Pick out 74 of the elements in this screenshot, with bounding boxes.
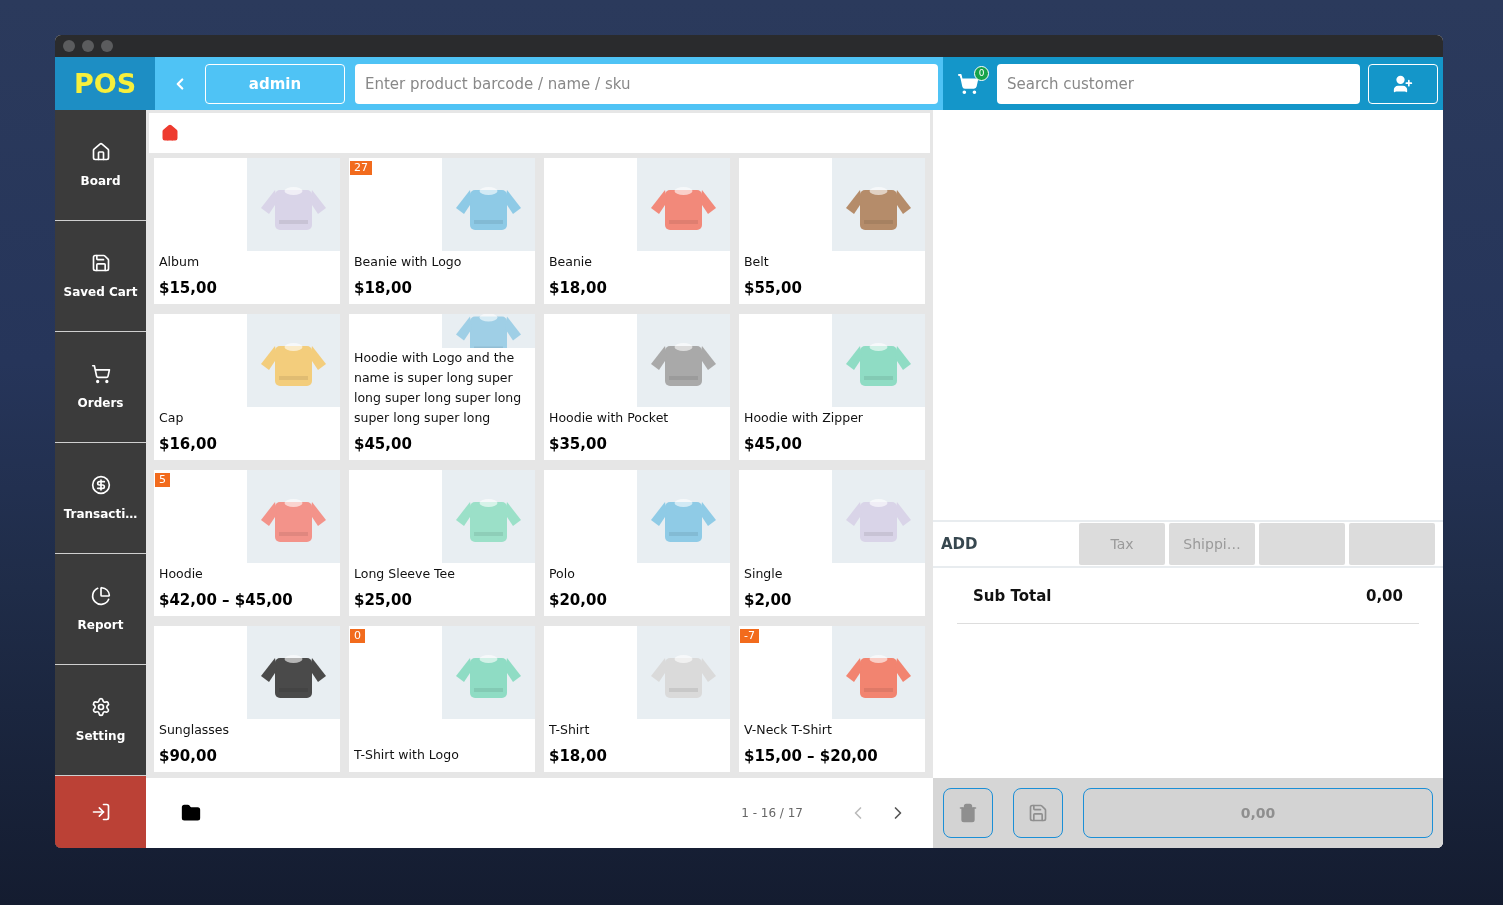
product-price: $55,00 — [744, 279, 803, 297]
product-price: $42,00 – $45,00 — [159, 591, 294, 609]
cart-count-badge: 0 — [974, 65, 989, 81]
product-card[interactable]: Album $15,00 — [154, 158, 340, 304]
product-price: $18,00 — [549, 747, 608, 765]
product-name: Polo — [549, 565, 576, 583]
product-name: V-Neck T-Shirt — [744, 721, 833, 739]
product-price: $18,00 — [549, 279, 608, 297]
product-price: $45,00 — [744, 435, 803, 453]
add-label: ADD — [941, 535, 979, 553]
product-name: Belt — [744, 253, 770, 271]
product-name: Hoodie with Pocket — [549, 409, 670, 427]
stock-badge: 5 — [155, 473, 170, 487]
window-button[interactable] — [82, 40, 94, 52]
window-button[interactable] — [101, 40, 113, 52]
product-name: Hoodie — [159, 565, 204, 583]
product-name: Cap — [159, 409, 185, 427]
product-card[interactable]: Sunglasses $90,00 — [154, 626, 340, 772]
product-card[interactable]: Belt $55,00 — [739, 158, 925, 304]
product-name: Beanie with Logo — [354, 253, 463, 271]
pie-chart-icon — [90, 586, 111, 606]
product-card[interactable]: -7 V-Neck T-Shirt $15,00 – $20,00 — [739, 626, 925, 772]
add-customer-button[interactable] — [1368, 63, 1438, 104]
product-price: $18,00 — [354, 279, 413, 297]
product-price: $15,00 – $20,00 — [744, 747, 879, 765]
subtotal-label: Sub Total — [973, 586, 1052, 605]
home-icon[interactable] — [161, 124, 179, 142]
product-card[interactable]: T-Shirt $18,00 — [544, 626, 730, 772]
product-name: Sunglasses — [159, 721, 231, 739]
logout-icon — [90, 802, 111, 822]
product-price: $35,00 — [549, 435, 608, 453]
window-button[interactable] — [63, 40, 75, 52]
stock-badge: -7 — [740, 629, 759, 643]
dollar-icon — [90, 475, 111, 495]
product-price: $20,00 — [549, 591, 608, 609]
customer-search-field[interactable]: Search customer — [997, 63, 1360, 104]
subtotal-value: 0,00 — [1366, 586, 1403, 605]
product-price: $15,00 — [159, 279, 218, 297]
product-card[interactable]: Polo $20,00 — [544, 470, 730, 616]
pos-logo: POS — [55, 57, 155, 110]
product-card[interactable]: 5 Hoodie $42,00 – $45,00 — [154, 470, 340, 616]
home-icon — [90, 142, 111, 162]
product-card[interactable]: 0 T-Shirt with Logo — [349, 626, 535, 772]
product-price: $2,00 — [744, 591, 793, 609]
stock-badge: 27 — [350, 161, 372, 175]
product-card[interactable]: Cap $16,00 — [154, 314, 340, 460]
product-price: $25,00 — [354, 591, 413, 609]
product-name: T-Shirt — [549, 721, 591, 739]
product-price: $90,00 — [159, 747, 218, 765]
product-card[interactable]: Beanie $18,00 — [544, 158, 730, 304]
product-price: $45,00 — [354, 435, 413, 453]
product-card[interactable]: Hoodie with Zipper $45,00 — [739, 314, 925, 460]
product-name: T-Shirt with Logo — [354, 746, 460, 764]
product-price: $16,00 — [159, 435, 218, 453]
page-range: 1 - 16 / 17 — [741, 806, 803, 820]
product-card[interactable]: Hoodie with Logo and the name is super long super long super long super long super long super long $45,00 — [349, 314, 535, 460]
add-user-icon — [1393, 73, 1413, 94]
product-card[interactable]: 27 Beanie with Logo $18,00 — [349, 158, 535, 304]
product-card[interactable]: Single $2,00 — [739, 470, 925, 616]
product-card[interactable]: Hoodie with Pocket $35,00 — [544, 314, 730, 460]
product-name: Hoodie with Logo and the name is super long super long super long super long super long super long — [354, 349, 523, 427]
stock-badge: 0 — [350, 629, 365, 643]
folder-icon[interactable] — [181, 803, 201, 823]
product-name: Album — [159, 253, 201, 271]
product-name: Single — [744, 565, 784, 583]
trash-icon — [958, 803, 978, 823]
cart-icon — [957, 72, 979, 95]
product-name: Beanie — [549, 253, 593, 271]
product-name: Hoodie with Zipper — [744, 409, 864, 427]
product-name: Long Sleeve Tee — [354, 565, 456, 583]
product-search-field[interactable]: Enter product barcode / name / sku — [355, 63, 938, 104]
cart-icon — [90, 364, 111, 384]
gear-icon — [90, 697, 111, 717]
product-card[interactable]: Long Sleeve Tee $25,00 — [349, 470, 535, 616]
